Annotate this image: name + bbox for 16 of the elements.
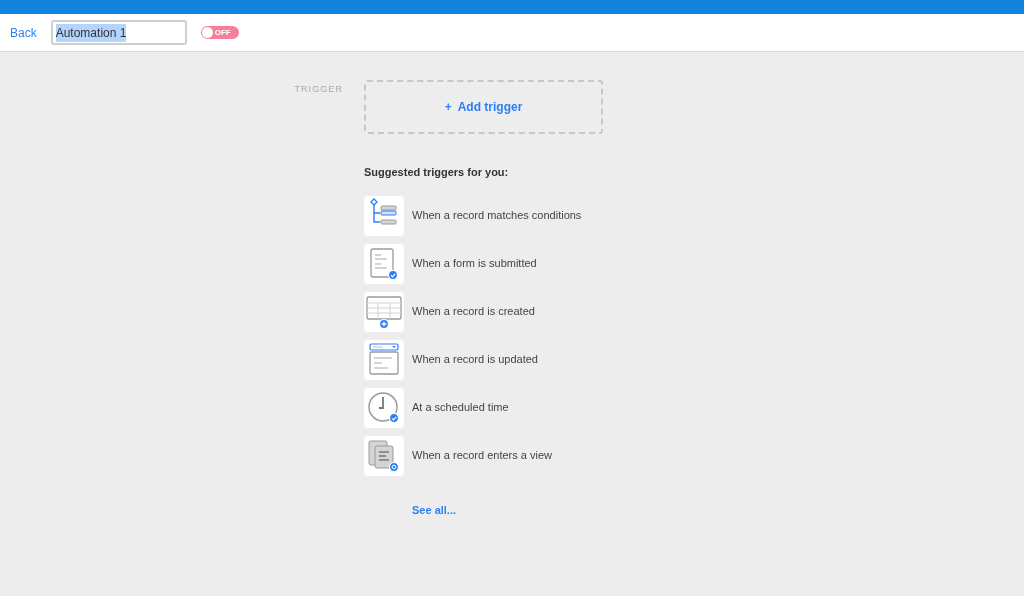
trigger-icon	[364, 291, 404, 332]
trigger-icon	[364, 243, 404, 284]
trigger-option[interactable]: When a record is updated	[412, 351, 538, 368]
back-link[interactable]: Back	[10, 23, 37, 42]
trigger-option[interactable]: When a form is submitted	[412, 255, 537, 272]
trigger-option[interactable]: When a record matches conditions	[412, 207, 582, 224]
trigger-icon	[364, 387, 404, 428]
suggestions-heading: Suggested triggers for you:	[364, 165, 510, 180]
name-field[interactable]: Automation 1	[50, 20, 187, 45]
trigger-option[interactable]: At a scheduled time	[412, 399, 509, 416]
trigger-icon	[364, 435, 404, 476]
trigger-icon	[364, 339, 404, 380]
trigger-icon	[364, 195, 404, 236]
trigger-option[interactable]: When a record is created	[412, 303, 535, 320]
section-label: TRIGGER	[293, 83, 344, 96]
trigger-option[interactable]: When a record enters a view	[412, 447, 552, 464]
